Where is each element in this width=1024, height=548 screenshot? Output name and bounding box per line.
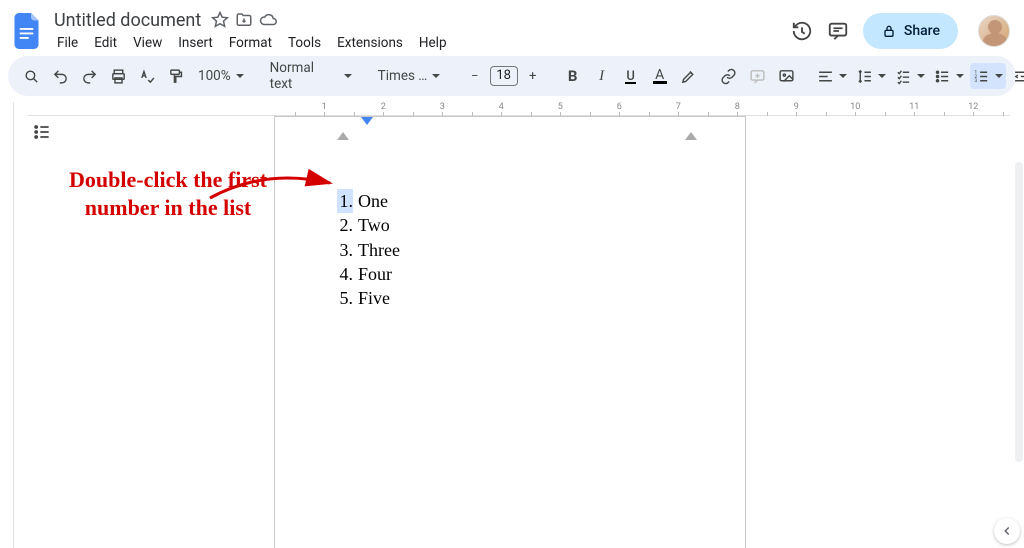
menu-help[interactable]: Help [412, 33, 454, 53]
vertical-ruler[interactable] [0, 102, 14, 548]
horizontal-ruler[interactable]: 1234567891011121314 [28, 102, 1010, 116]
right-indent-marker[interactable] [685, 125, 697, 144]
share-label: Share [904, 23, 940, 39]
list-text[interactable]: Five [358, 288, 390, 308]
list-item[interactable]: 1.One [337, 189, 400, 213]
header-right: Share [791, 13, 1014, 49]
text-color-button[interactable]: A [647, 63, 673, 89]
zoom-select[interactable]: 100% [192, 63, 250, 89]
spellcheck-icon[interactable] [134, 63, 160, 89]
decrease-indent-icon[interactable] [1009, 63, 1024, 89]
italic-button[interactable]: I [589, 63, 615, 89]
font-size-decrease[interactable]: − [462, 63, 488, 89]
list-text[interactable]: Two [358, 215, 390, 235]
checklist-button[interactable] [892, 63, 928, 89]
annotation-text: Double-click the first number in the lis… [68, 166, 268, 221]
underline-button[interactable]: U [618, 63, 644, 89]
first-line-marker[interactable] [337, 125, 349, 144]
insert-image-icon[interactable] [774, 63, 800, 89]
toolbar: 100% Normal text Times … − 18 + B I U A … [8, 56, 1016, 96]
list-text[interactable]: Three [358, 240, 400, 260]
menu-insert[interactable]: Insert [171, 33, 220, 53]
indent-marker[interactable] [359, 115, 375, 135]
search-menus-icon[interactable] [18, 63, 44, 89]
list-text[interactable]: One [358, 191, 388, 211]
list-item[interactable]: 2.Two [337, 213, 400, 237]
list-number[interactable]: 1. [337, 189, 353, 213]
list-text[interactable]: Four [358, 264, 392, 284]
undo-icon[interactable] [47, 63, 73, 89]
toolbar-container: 100% Normal text Times … − 18 + B I U A … [0, 56, 1024, 102]
explore-button[interactable] [994, 518, 1020, 544]
add-comment-icon[interactable] [745, 63, 771, 89]
cloud-status-icon[interactable] [259, 11, 277, 29]
page[interactable]: 1.One2.Two3.Three4.Four5.Five [274, 116, 746, 548]
app-header: Untitled document File Edit View Insert … [0, 0, 1024, 56]
redo-icon[interactable] [76, 63, 102, 89]
align-button[interactable] [814, 63, 850, 89]
numbered-list-button[interactable]: 123 [970, 63, 1006, 89]
menu-format[interactable]: Format [222, 33, 279, 53]
list-number[interactable]: 5. [337, 286, 353, 310]
list-item[interactable]: 5.Five [337, 286, 400, 310]
move-folder-icon[interactable] [235, 11, 253, 29]
app-root: { "header": { "title": "Untitled documen… [0, 0, 1024, 548]
font-family-select[interactable]: Times … [372, 63, 448, 89]
print-icon[interactable] [105, 63, 131, 89]
menu-extensions[interactable]: Extensions [330, 33, 410, 53]
account-avatar[interactable] [978, 15, 1010, 47]
menu-file[interactable]: File [50, 33, 85, 53]
list-item[interactable]: 3.Three [337, 238, 400, 262]
vertical-scrollbar[interactable] [1015, 162, 1023, 462]
list-number[interactable]: 4. [337, 262, 353, 286]
document-title[interactable]: Untitled document [50, 9, 205, 32]
docs-logo[interactable] [10, 13, 46, 49]
line-spacing-button[interactable] [853, 63, 889, 89]
list-number[interactable]: 2. [337, 213, 353, 237]
bold-button[interactable]: B [560, 63, 586, 89]
menubar: File Edit View Insert Format Tools Exten… [50, 33, 454, 53]
paint-format-icon[interactable] [163, 63, 189, 89]
font-size-increase[interactable]: + [520, 63, 546, 89]
list-number[interactable]: 3. [337, 238, 353, 262]
star-icon[interactable] [211, 11, 229, 29]
insert-link-icon[interactable] [716, 63, 742, 89]
highlight-color-button[interactable] [676, 63, 702, 89]
bulleted-list-button[interactable] [931, 63, 967, 89]
menu-tools[interactable]: Tools [281, 33, 328, 53]
workspace: 1234567891011121314 1.One2.Two3.Three4.F… [0, 102, 1024, 548]
list-item[interactable]: 4.Four [337, 262, 400, 286]
history-icon[interactable] [791, 20, 813, 42]
document-body[interactable]: 1.One2.Two3.Three4.Four5.Five [337, 189, 400, 310]
share-button[interactable]: Share [863, 13, 958, 49]
paragraph-style-select[interactable]: Normal text [264, 63, 358, 89]
font-size-input[interactable]: 18 [490, 66, 518, 86]
lock-icon [881, 23, 897, 39]
comments-icon[interactable] [827, 20, 849, 42]
document-outline-icon[interactable] [32, 122, 52, 146]
menu-edit[interactable]: Edit [87, 33, 124, 53]
menu-view[interactable]: View [126, 33, 169, 53]
title-area: Untitled document File Edit View Insert … [50, 9, 454, 53]
svg-text:3: 3 [974, 78, 977, 84]
